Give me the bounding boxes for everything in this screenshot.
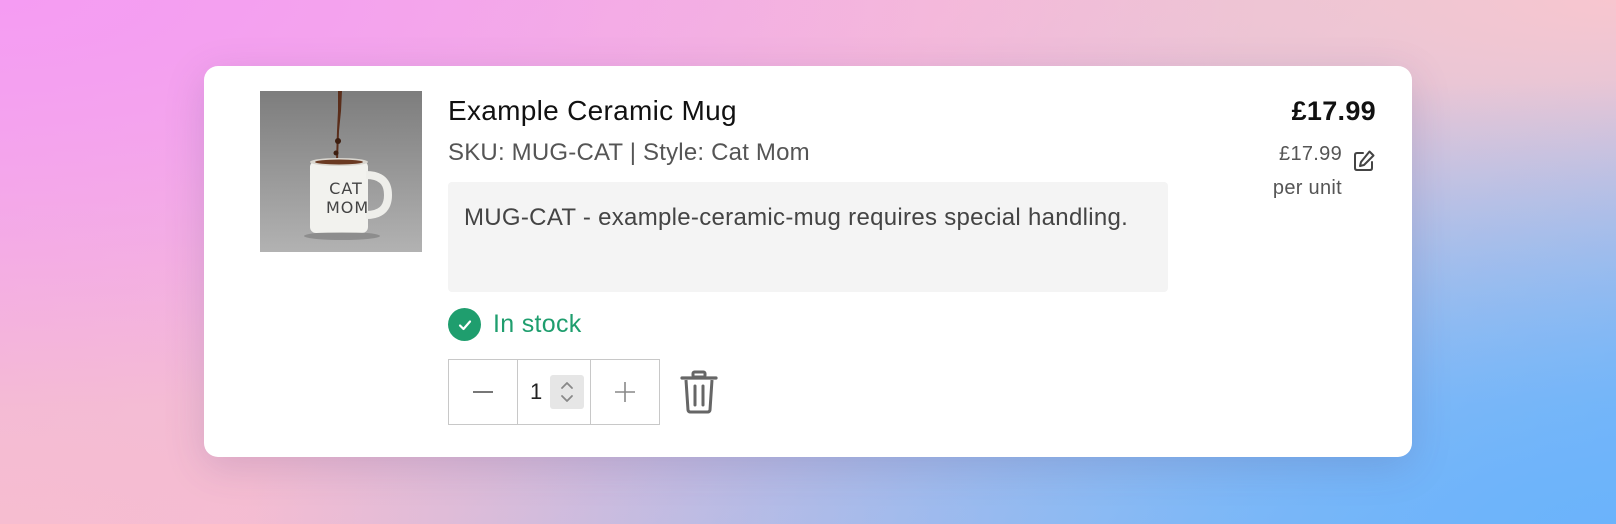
unit-label: per unit — [1272, 177, 1342, 199]
remove-item-button[interactable] — [678, 370, 720, 414]
product-meta: SKU: MUG-CAT | Style: Cat Mom — [448, 139, 810, 166]
trash-icon — [680, 370, 718, 414]
special-handling-note: MUG-CAT - example-ceramic-mug requires s… — [448, 182, 1168, 292]
unit-price-block: £17.99 per unit — [1273, 137, 1342, 205]
pricing-column: £17.99 £17.99 per unit — [1176, 96, 1376, 205]
mug-photo — [304, 91, 393, 240]
decrement-button[interactable] — [449, 360, 517, 424]
check-circle-icon — [448, 308, 481, 341]
minus-icon — [473, 391, 493, 393]
increment-button[interactable] — [591, 360, 659, 424]
pencil-square-icon[interactable] — [1352, 149, 1376, 173]
quantity-row: 1 — [448, 359, 1168, 425]
quantity-stepper: 1 — [448, 359, 660, 425]
unit-price: £17.99 — [1279, 143, 1342, 165]
quantity-value: 1 — [530, 379, 543, 404]
product-title[interactable]: Example Ceramic Mug — [448, 94, 1168, 128]
spinner-control[interactable] — [550, 375, 584, 409]
stock-status: In stock — [448, 308, 1168, 341]
cart-line-item-card: CAT MOM Example Ceramic Mug SKU: MUG-CAT… — [204, 66, 1412, 457]
product-info: Example Ceramic Mug SKU: MUG-CAT | Style… — [448, 94, 1168, 425]
line-total-price: £17.99 — [1291, 96, 1376, 126]
plus-icon — [615, 382, 635, 402]
stock-label: In stock — [493, 310, 582, 338]
quantity-input[interactable]: 1 — [517, 360, 591, 424]
mug-print-line2: MOM — [326, 198, 370, 217]
product-image[interactable]: CAT MOM — [260, 91, 422, 252]
unit-price-row: £17.99 per unit — [1176, 137, 1376, 205]
mug-print-line1: CAT — [329, 179, 363, 198]
spinner-arrows-icon — [561, 382, 573, 402]
